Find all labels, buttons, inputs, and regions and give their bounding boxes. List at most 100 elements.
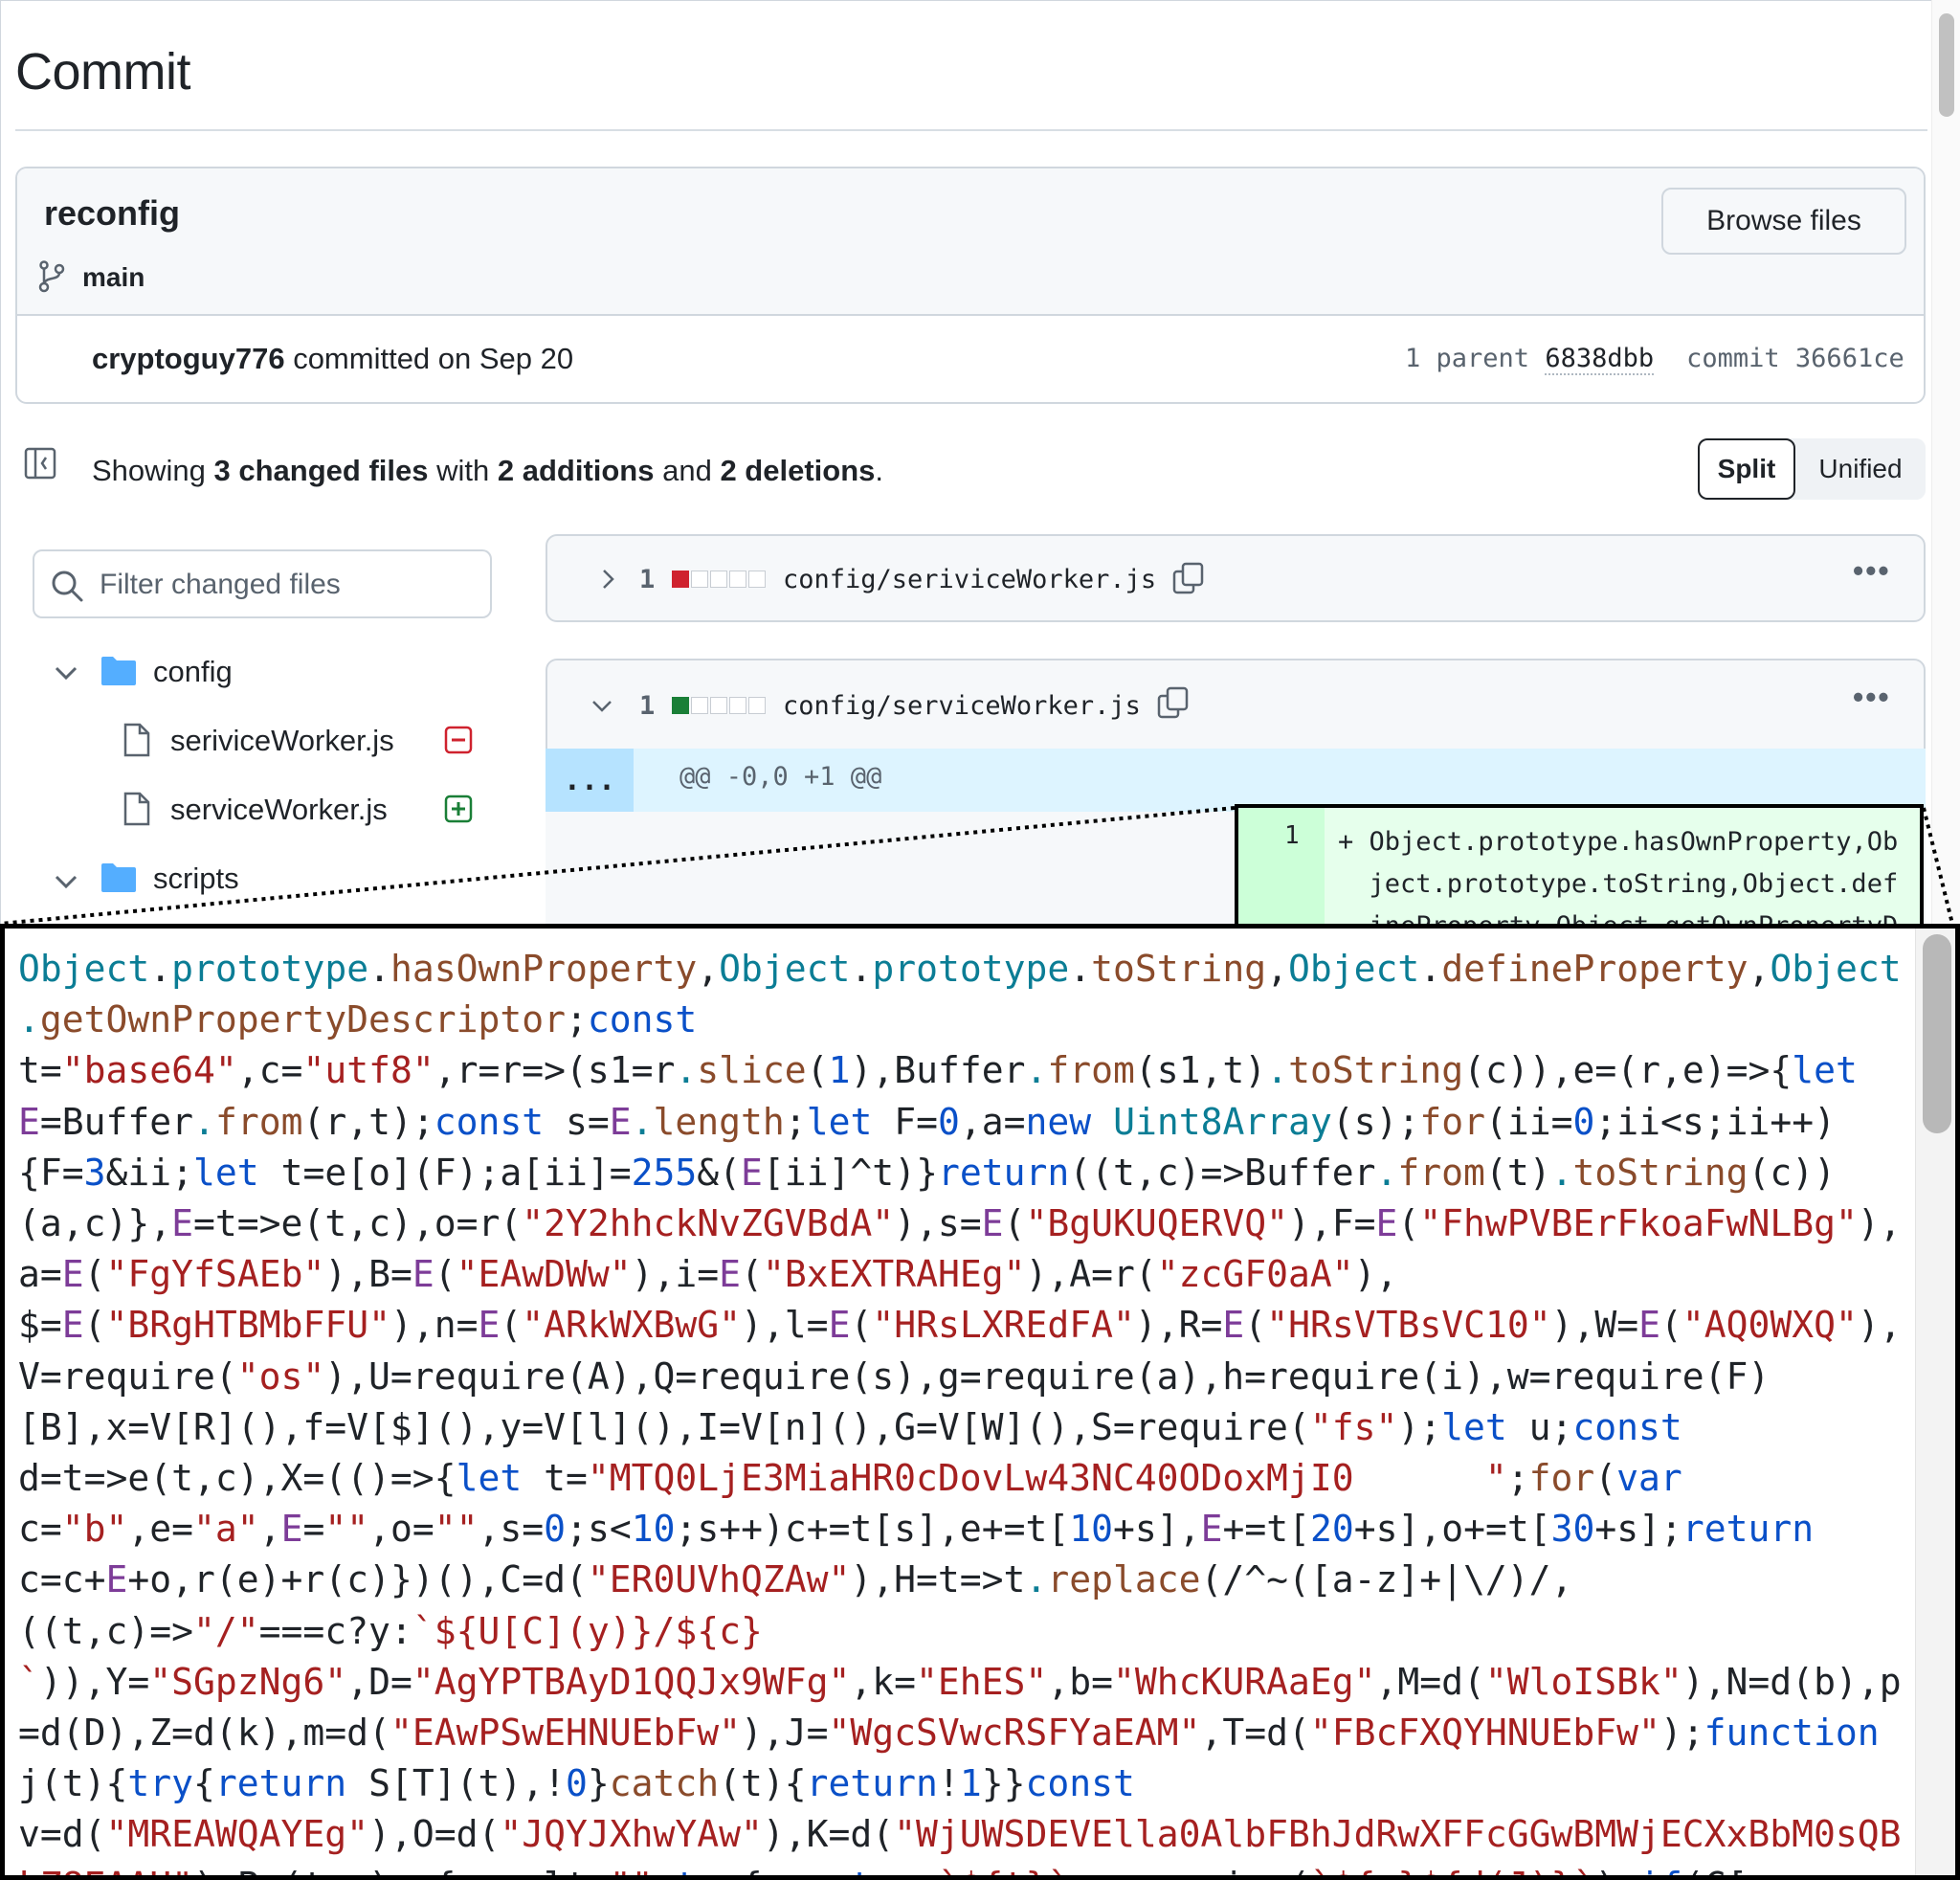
zoomed-code-panel: Object.prototype.hasOwnProperty,Object.p… xyxy=(0,924,1960,1880)
code-token: ,o= xyxy=(368,1508,434,1551)
tree-file-label[interactable]: seriviceWorker.js xyxy=(170,724,394,758)
tree-folder-label[interactable]: scripts xyxy=(153,862,239,896)
unified-view-button[interactable]: Unified xyxy=(1795,438,1926,500)
split-view-button[interactable]: Split xyxy=(1698,438,1795,500)
tree-folder-label[interactable]: config xyxy=(153,655,233,689)
code-token: +s], xyxy=(1113,1508,1201,1551)
commit-author-line: cryptoguy776 committed on Sep 20 xyxy=(92,342,573,376)
code-token: F= xyxy=(872,1100,938,1143)
copy-icon[interactable] xyxy=(1171,561,1206,595)
code-token: , xyxy=(697,948,720,990)
code-token: "AgYPTBAyD1QQJx9WFg" xyxy=(412,1660,851,1703)
sidebar-collapse-icon[interactable] xyxy=(23,446,57,481)
author-name[interactable]: cryptoguy776 xyxy=(92,342,285,375)
code-token: ,e=require( xyxy=(1069,1865,1310,1875)
zoom-scrollbar-thumb[interactable] xyxy=(1923,934,1951,1133)
code-token: ( xyxy=(1397,1202,1420,1245)
code-token: Object xyxy=(1288,948,1420,990)
code-token: ),W= xyxy=(1550,1304,1639,1347)
code-token: +s],o+=t[ xyxy=(1353,1508,1551,1551)
tree-file-label[interactable]: serviceWorker.js xyxy=(170,793,388,827)
code-token: "zcGF0aA" xyxy=(1156,1253,1354,1296)
expand-hunk-button[interactable]: ... xyxy=(546,749,634,812)
kebab-horizontal-icon[interactable]: ••• xyxy=(1853,680,1891,715)
chevron-right-icon[interactable] xyxy=(595,567,620,592)
code-token: ); xyxy=(1594,1865,1638,1875)
chevron-down-icon[interactable] xyxy=(52,659,80,687)
code-wrap-line: Object.prototype.hasOwnProperty,Ob xyxy=(1369,827,1899,857)
code-token: ),B= xyxy=(324,1253,412,1296)
code-token: ,e= xyxy=(127,1508,194,1551)
added-line-marker: + xyxy=(1338,827,1354,857)
parent-label: 1 parent xyxy=(1405,344,1530,373)
summary-additions: 2 additions xyxy=(497,454,655,487)
code-token: "fs" xyxy=(1309,1405,1398,1448)
code-token: { xyxy=(193,1762,215,1805)
code-token: E xyxy=(61,1304,84,1347)
code-token: 0 xyxy=(1572,1100,1595,1143)
code-token: ;ii<s;ii++) xyxy=(1594,1100,1837,1143)
line-number-gutter xyxy=(1238,808,1325,925)
code-token: . xyxy=(193,1100,215,1143)
code-token: ,c= xyxy=(236,1049,303,1092)
code-token: let xyxy=(193,1151,259,1194)
code-token: (c)) xyxy=(1748,1151,1837,1194)
search-icon xyxy=(52,571,83,602)
branch-name[interactable]: main xyxy=(82,262,145,293)
code-token: replace xyxy=(1047,1558,1201,1601)
code-token: for xyxy=(1528,1457,1595,1500)
code-token: "2Y2hhckNvZGVBdA" xyxy=(522,1202,895,1245)
kebab-horizontal-icon[interactable]: ••• xyxy=(1853,553,1891,589)
code-token: 3 xyxy=(83,1151,106,1194)
summary-deletions: 2 deletions xyxy=(720,454,876,487)
code-token: [ii]^t)} xyxy=(762,1151,938,1194)
diff-summary: Showing 3 changed files with 2 additions… xyxy=(92,454,883,488)
code-token: a= xyxy=(18,1253,62,1296)
code-token: "" xyxy=(610,1865,654,1875)
code-token: . xyxy=(631,1100,654,1143)
diff-added-icon xyxy=(444,795,473,823)
copy-icon[interactable] xyxy=(1156,685,1191,720)
filter-changed-files-input[interactable] xyxy=(100,561,473,609)
line-number[interactable]: 1 xyxy=(1284,821,1300,850)
code-token: ),K=d( xyxy=(762,1813,895,1856)
code-token: "MREAWQAYEg" xyxy=(105,1813,369,1856)
page-scrollbar[interactable] xyxy=(1931,0,1960,924)
code-token: "/" xyxy=(193,1609,259,1652)
code-token: slice xyxy=(697,1049,807,1092)
code-token: if xyxy=(1638,1865,1682,1875)
code-token: ,s= xyxy=(478,1508,545,1551)
code-token: ); xyxy=(1397,1405,1442,1448)
chevron-down-icon[interactable] xyxy=(52,867,80,896)
chevron-down-icon[interactable] xyxy=(590,693,614,718)
code-token: length xyxy=(653,1100,785,1143)
code-line: c=c+E+o,r(e)+r(c)})(),C=d("ER0UVhQZAw"),… xyxy=(18,1555,1923,1605)
code-token: ,r=r=>(s1=r xyxy=(434,1049,676,1092)
file-path[interactable]: config/serviceWorker.js xyxy=(783,691,1141,721)
code-token: ( xyxy=(806,1049,829,1092)
code-token: ( xyxy=(1594,1457,1617,1500)
code-token: +s]; xyxy=(1594,1508,1682,1551)
code-token: , xyxy=(1266,948,1289,990)
code-token: toString xyxy=(1288,1049,1464,1092)
browse-files-button[interactable]: Browse files xyxy=(1661,188,1906,255)
code-token: ,k= xyxy=(850,1660,917,1703)
code-token: ), xyxy=(1857,1304,1902,1347)
code-token: (r,t); xyxy=(302,1100,434,1143)
commit-label: commit xyxy=(1686,344,1780,373)
code-line: ((t,c)=>"/"===c?y:`${U[C](y)}/${c} xyxy=(18,1606,1923,1657)
code-line: .getOwnPropertyDescriptor;const xyxy=(18,995,1923,1045)
code-token: prototype xyxy=(171,948,369,990)
code-token: E xyxy=(1375,1202,1398,1245)
code-token: "FgYfSAEb" xyxy=(105,1253,325,1296)
code-token: "" xyxy=(324,1508,369,1551)
code-token: . xyxy=(1419,948,1442,990)
parent-sha-link[interactable]: 6838dbb xyxy=(1545,344,1655,375)
code-token: E xyxy=(741,1151,763,1194)
file-path[interactable]: config/seriviceWorker.js xyxy=(783,565,1156,594)
code-token: 255 xyxy=(631,1151,698,1194)
code-token: d=t=>e(t,c),X=(()=>{ xyxy=(18,1457,457,1500)
page-scrollbar-thumb[interactable] xyxy=(1939,13,1954,117)
title-divider xyxy=(15,129,1927,131)
diffstat-bar xyxy=(672,571,766,588)
